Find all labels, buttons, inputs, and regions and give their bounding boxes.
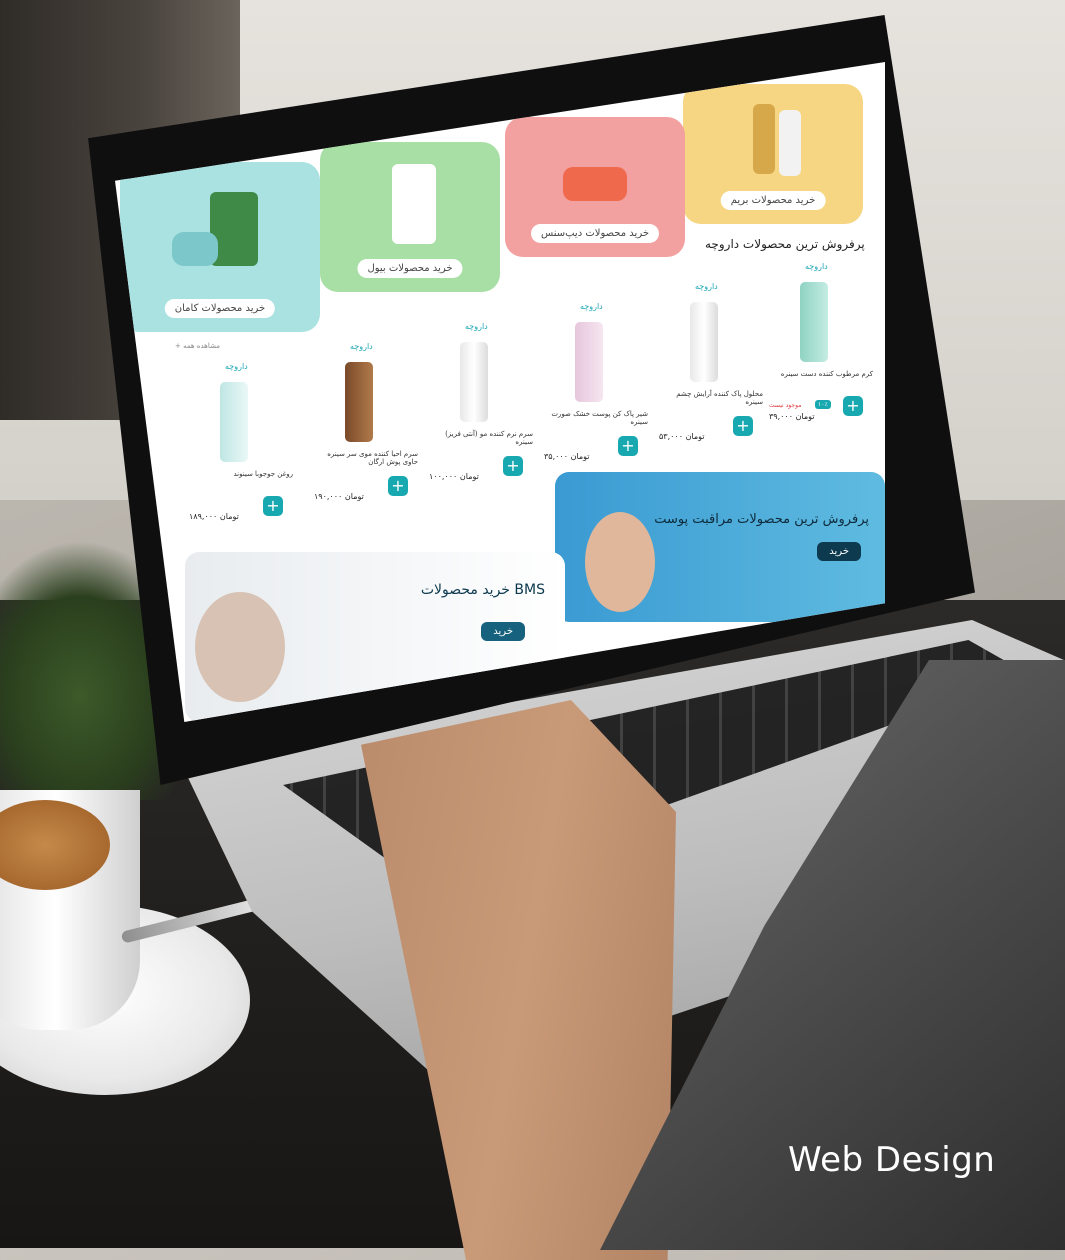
product-card[interactable]: داروچه روغن جوجوبا سینوند + ۱۸۹,۰۰۰ توما… — [185, 362, 295, 532]
product-name: سرم احیا کننده موی سر سینره حاوی پوش ارگ… — [327, 450, 418, 466]
product-price: ۱۰۰,۰۰۰ تومان — [429, 472, 479, 481]
product-name: محلول پاک کننده آرایش چشم سینره — [676, 390, 763, 406]
add-to-cart-button[interactable]: + — [843, 396, 863, 416]
banner-title: خرید محصولات BMS — [420, 582, 545, 598]
add-to-cart-button[interactable]: + — [263, 496, 283, 516]
product-price: ۱۹۰,۰۰۰ تومان — [314, 492, 364, 501]
see-all-link[interactable]: + مشاهده همه — [175, 342, 220, 350]
add-to-cart-button[interactable]: + — [503, 456, 523, 476]
category-tile-bioul[interactable]: خرید محصولات بیول — [320, 142, 500, 292]
discount-badge: ۱۰٪ — [815, 400, 831, 409]
product-name: روغن جوجوبا سینوند — [233, 470, 294, 478]
tile-label: خرید محصولات بیول — [357, 259, 463, 278]
banner-skincare[interactable]: پرفروش ترین محصولات مراقبت پوست خرید — [555, 472, 885, 622]
product-image — [575, 322, 603, 402]
product-image — [392, 164, 436, 244]
add-to-cart-button[interactable]: + — [618, 436, 638, 456]
product-image — [690, 302, 718, 382]
buy-button[interactable]: خرید — [817, 542, 861, 561]
product-card[interactable]: داروچه شیر پاک کن پوست خشک صورت سینره + … — [540, 302, 650, 472]
product-price: ۵۳,۰۰۰ تومان — [659, 432, 705, 441]
product-card[interactable]: داروچه سرم احیا کننده موی سر سینره حاوی … — [310, 342, 420, 512]
product-image — [563, 167, 627, 201]
tile-label: خرید محصولات کامان — [164, 299, 276, 318]
stock-status: موجود نیست — [769, 402, 802, 409]
tile-label: خرید محصولات دیپ‌سنس — [530, 224, 660, 243]
product-card[interactable]: داروچه کرم مرطوب کننده دست سینره موجود ن… — [765, 262, 875, 432]
product-card[interactable]: داروچه سرم نرم کننده مو (آنتی فریز) سینر… — [425, 322, 535, 492]
product-image — [779, 110, 801, 176]
model-photo — [585, 512, 655, 612]
product-name: کرم مرطوب کننده دست سینره — [780, 370, 873, 378]
brand-logo: داروچه — [350, 342, 373, 351]
product-image — [753, 104, 775, 174]
brand-logo: داروچه — [695, 282, 718, 291]
brand-logo: داروچه — [225, 362, 248, 371]
buy-button[interactable]: خرید — [481, 622, 525, 641]
tile-label: خرید محصولات بریم — [720, 191, 826, 210]
add-to-cart-button[interactable]: + — [733, 416, 753, 436]
product-price: ۳۹,۰۰۰ تومان — [769, 412, 815, 421]
product-name: شیر پاک کن پوست خشک صورت سینره — [551, 410, 648, 426]
section-title: پرفروش ترین محصولات داروچه — [705, 237, 865, 251]
add-to-cart-button[interactable]: + — [388, 476, 408, 496]
product-price: ۱۸۹,۰۰۰ تومان — [189, 512, 239, 521]
product-card[interactable]: داروچه محلول پاک کننده آرایش چشم سینره +… — [655, 282, 765, 452]
product-image — [172, 232, 218, 266]
product-price: ۳۵,۰۰۰ تومان — [544, 452, 590, 461]
product-image — [800, 282, 828, 362]
caption-text: Web Design — [788, 1140, 996, 1180]
brand-logo: داروچه — [805, 262, 828, 271]
product-image — [345, 362, 373, 442]
banner-title: پرفروش ترین محصولات مراقبت پوست — [654, 512, 869, 527]
category-tile-comman[interactable]: خرید محصولات کامان — [120, 162, 320, 332]
category-tile-deepsense[interactable]: خرید محصولات دیپ‌سنس — [505, 117, 685, 257]
product-image — [220, 382, 248, 462]
category-tile-brim[interactable]: خرید محصولات بریم — [683, 84, 863, 224]
model-photo — [195, 592, 285, 702]
product-name: سرم نرم کننده مو (آنتی فریز) سینره — [445, 430, 533, 446]
brand-logo: داروچه — [465, 322, 488, 331]
brand-logo: داروچه — [580, 302, 603, 311]
product-image — [460, 342, 488, 422]
